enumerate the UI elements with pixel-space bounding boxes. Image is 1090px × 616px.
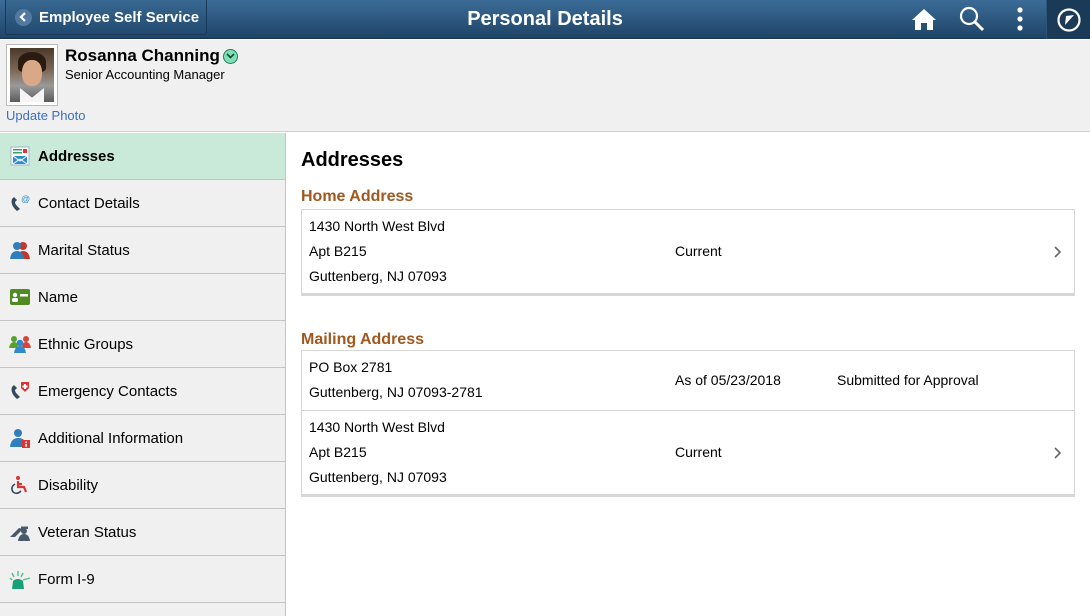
sidebar-item-label: Veteran Status <box>38 523 137 541</box>
address-line: Guttenberg, NJ 07093 <box>309 268 447 284</box>
employee-job-title: Senior Accounting Manager <box>65 67 225 82</box>
navbar-compass-icon <box>1056 7 1081 32</box>
sidebar-item-label: Form I-9 <box>38 570 95 588</box>
address-line: Apt B215 <box>309 243 367 259</box>
ethnic-groups-icon <box>9 333 31 355</box>
main-content: Addresses Home Address 1430 North West B… <box>301 133 1075 497</box>
back-button-label: Employee Self Service <box>39 8 200 26</box>
sidebar-item-label: Contact Details <box>38 194 140 212</box>
disability-icon <box>9 474 31 496</box>
sidebar-item-label: Addresses <box>38 147 115 165</box>
address-lines: 1430 North West Blvd Apt B215 Guttenberg… <box>309 415 675 490</box>
mailing-address-title: Mailing Address <box>301 331 424 348</box>
sidebar-item-addresses[interactable]: Addresses <box>0 133 285 180</box>
sidebar-item-disability[interactable]: Disability <box>0 462 285 509</box>
address-row: PO Box 2781 Guttenberg, NJ 07093-2781 As… <box>302 351 1074 410</box>
update-photo-link[interactable]: Update Photo <box>6 108 86 123</box>
sidebar: Addresses @ Contact Details Marital Stat… <box>0 133 286 616</box>
svg-text:@: @ <box>21 194 30 204</box>
marital-status-icon <box>9 239 31 261</box>
sidebar-item-label: Disability <box>38 476 99 494</box>
address-lines: PO Box 2781 Guttenberg, NJ 07093-2781 <box>309 355 675 405</box>
employee-photo <box>6 44 58 106</box>
navbar-button[interactable] <box>1046 0 1090 39</box>
contact-details-icon: @ <box>9 192 31 214</box>
address-line: Apt B215 <box>309 444 367 460</box>
search-icon[interactable] <box>957 5 987 33</box>
emergency-contacts-icon <box>9 380 31 402</box>
sidebar-item-emergency-contacts[interactable]: Emergency Contacts <box>0 368 285 415</box>
employee-name: Rosanna Channing <box>65 46 238 66</box>
sidebar-item-contact-details[interactable]: @ Contact Details <box>0 180 285 227</box>
address-note <box>837 415 1067 490</box>
sidebar-item-veteran-status[interactable]: Veteran Status <box>0 509 285 556</box>
form-i9-icon <box>9 568 31 590</box>
address-row[interactable]: 1430 North West Blvd Apt B215 Guttenberg… <box>302 210 1074 293</box>
home-address-title: Home Address <box>301 188 414 205</box>
veteran-status-icon <box>9 521 31 543</box>
address-row[interactable]: 1430 North West Blvd Apt B215 Guttenberg… <box>302 410 1074 494</box>
sidebar-item-ethnic-groups[interactable]: Ethnic Groups <box>0 321 285 368</box>
sidebar-item-label: Additional Information <box>38 429 184 447</box>
addresses-icon <box>9 145 31 167</box>
sidebar-item-label: Marital Status <box>38 241 130 259</box>
address-note <box>837 214 1067 289</box>
address-note: Submitted for Approval <box>837 371 979 388</box>
sidebar-item-label: Emergency Contacts <box>38 382 178 400</box>
address-status: As of 05/23/2018 <box>675 371 781 388</box>
address-status: Current <box>675 444 722 460</box>
sidebar-item-label: Name <box>38 288 79 306</box>
actions-menu-icon[interactable] <box>1005 5 1035 33</box>
address-lines: 1430 North West Blvd Apt B215 Guttenberg… <box>309 214 675 289</box>
mailing-address-group: PO Box 2781 Guttenberg, NJ 07093-2781 As… <box>301 350 1075 497</box>
sidebar-item-marital-status[interactable]: Marital Status <box>0 227 285 274</box>
name-card-icon <box>9 286 31 308</box>
section-heading: Addresses <box>301 149 404 171</box>
address-line: 1430 North West Blvd <box>309 419 445 435</box>
chevron-right-icon <box>1054 245 1062 258</box>
sidebar-item-form-i9[interactable]: Form I-9 <box>0 556 285 603</box>
chevron-left-icon <box>15 8 32 26</box>
home-address-group: 1430 North West Blvd Apt B215 Guttenberg… <box>301 209 1075 296</box>
address-status: Current <box>675 243 722 259</box>
address-line: PO Box 2781 <box>309 359 393 375</box>
sidebar-item-name[interactable]: Name <box>0 274 285 321</box>
address-line: 1430 North West Blvd <box>309 218 445 234</box>
top-banner: Employee Self Service Personal Details <box>0 0 1090 39</box>
address-line: Guttenberg, NJ 07093-2781 <box>309 384 483 400</box>
employee-profile: Rosanna Channing Senior Accounting Manag… <box>0 40 1090 132</box>
address-line: Guttenberg, NJ 07093 <box>309 469 447 485</box>
back-button[interactable]: Employee Self Service <box>5 0 207 35</box>
employee-name-text: Rosanna Channing <box>65 46 220 65</box>
sidebar-item-additional-information[interactable]: Additional Information <box>0 415 285 462</box>
additional-info-icon <box>9 427 31 449</box>
chevron-right-icon <box>1054 446 1062 459</box>
sidebar-item-label: Ethnic Groups <box>38 335 134 353</box>
home-icon[interactable] <box>909 5 939 33</box>
related-actions-chevron-icon[interactable] <box>222 48 238 64</box>
